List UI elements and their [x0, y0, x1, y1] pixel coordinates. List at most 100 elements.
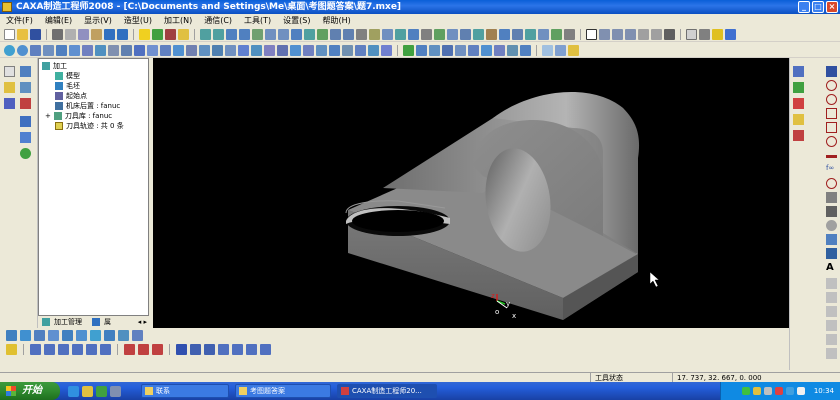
tray-1-icon[interactable]: [741, 387, 750, 395]
light-icon[interactable]: [139, 28, 150, 40]
path-1-icon[interactable]: [30, 344, 41, 355]
tree-item-toolpath[interactable]: 刀具轨迹 : 共 0 条: [55, 121, 124, 131]
minimize-button[interactable]: _: [798, 1, 810, 13]
sim-5-icon[interactable]: [232, 344, 243, 355]
surface-21-icon[interactable]: [460, 28, 471, 40]
tab-scroll-arrows[interactable]: ◂ ▸: [138, 318, 147, 326]
r-tool-2-icon[interactable]: [793, 82, 804, 93]
clock[interactable]: 10:34: [814, 387, 834, 395]
close-button[interactable]: ×: [826, 1, 838, 13]
tree-item-model[interactable]: 模型: [55, 71, 80, 81]
surface-tool-1-icon[interactable]: [20, 116, 31, 127]
filter-icon[interactable]: [165, 28, 176, 40]
r-tool-9-icon[interactable]: [826, 320, 837, 331]
surface-9-icon[interactable]: [304, 28, 315, 40]
surface-19-icon[interactable]: [434, 28, 445, 40]
surface-13-icon[interactable]: [356, 28, 367, 40]
r-tool-7-icon[interactable]: [826, 292, 837, 303]
surface-tool-2-icon[interactable]: [20, 132, 31, 143]
surface-28-icon[interactable]: [551, 28, 562, 40]
surface-29-icon[interactable]: [564, 28, 575, 40]
surface-27-icon[interactable]: [538, 28, 549, 40]
surface-8-icon[interactable]: [291, 28, 302, 40]
polygon-icon[interactable]: [826, 122, 837, 133]
menu-edit[interactable]: 编辑(E): [45, 15, 72, 26]
task-button-1[interactable]: 联系: [141, 384, 229, 398]
rectangle-icon[interactable]: [826, 108, 837, 119]
save-icon[interactable]: [30, 28, 41, 40]
mach-8-icon[interactable]: [104, 330, 115, 341]
feature-7-icon[interactable]: [82, 44, 93, 56]
feature-16-icon[interactable]: [199, 44, 210, 56]
sim-6-icon[interactable]: [246, 344, 257, 355]
feature-2-icon[interactable]: [17, 44, 28, 56]
feature-15-icon[interactable]: [186, 44, 197, 56]
tray-2-icon[interactable]: [752, 387, 761, 395]
path-3-icon[interactable]: [58, 344, 69, 355]
surface-15-icon[interactable]: [382, 28, 393, 40]
window-view-icon[interactable]: [586, 28, 597, 40]
wave-1-icon[interactable]: [124, 344, 135, 355]
feature-28-icon[interactable]: [355, 44, 366, 56]
menu-settings[interactable]: 设置(S): [283, 15, 310, 26]
shaded-icon[interactable]: [712, 28, 723, 40]
feature-24-icon[interactable]: [303, 44, 314, 56]
text-icon[interactable]: A: [826, 262, 837, 273]
copy-icon[interactable]: [78, 28, 89, 40]
ie-icon[interactable]: [68, 385, 79, 397]
surface-2-icon[interactable]: [213, 28, 224, 40]
media-icon[interactable]: [96, 385, 107, 397]
feature-9-icon[interactable]: [108, 44, 119, 56]
sim-2-icon[interactable]: [190, 344, 201, 355]
feature-30-icon[interactable]: [381, 44, 392, 56]
feature-22-icon[interactable]: [277, 44, 288, 56]
paste-icon[interactable]: [91, 28, 102, 40]
zoom-all-icon[interactable]: [638, 28, 649, 40]
new-file-icon[interactable]: [4, 28, 15, 40]
surface-5-icon[interactable]: [252, 28, 263, 40]
point-icon[interactable]: [20, 66, 31, 77]
open-file-icon[interactable]: [17, 28, 28, 40]
project-icon[interactable]: [826, 220, 837, 231]
feature-11-icon[interactable]: [134, 44, 145, 56]
render-icon[interactable]: [725, 28, 736, 40]
trim-icon[interactable]: [826, 192, 837, 203]
r-tool-6-icon[interactable]: [826, 278, 837, 289]
menu-help[interactable]: 帮助(H): [323, 15, 351, 26]
analysis-1-icon[interactable]: [542, 44, 553, 56]
r-tool-8-icon[interactable]: [826, 306, 837, 317]
undo-icon[interactable]: [104, 28, 115, 40]
surface-20-icon[interactable]: [447, 28, 458, 40]
surface-10-icon[interactable]: [317, 28, 328, 40]
pencil-icon[interactable]: [4, 82, 15, 93]
3d-viewport[interactable]: z y x o: [153, 58, 789, 328]
desktop-icon[interactable]: [110, 385, 121, 397]
line-tool-icon[interactable]: [20, 82, 31, 93]
feature-6-icon[interactable]: [69, 44, 80, 56]
feature-19-icon[interactable]: [238, 44, 249, 56]
path-5-icon[interactable]: [86, 344, 97, 355]
feature-8-icon[interactable]: [95, 44, 106, 56]
feature-13-icon[interactable]: [160, 44, 171, 56]
r-tool-11-icon[interactable]: [826, 348, 837, 359]
green-square-icon[interactable]: [403, 44, 414, 56]
tree-item-blank[interactable]: 毛坯: [55, 81, 80, 91]
feature-3-icon[interactable]: [30, 44, 41, 56]
mach-3-icon[interactable]: [34, 330, 45, 341]
surface-6-icon[interactable]: [265, 28, 276, 40]
feature-27-icon[interactable]: [342, 44, 353, 56]
edit-8-icon[interactable]: [507, 44, 518, 56]
feature-14-icon[interactable]: [173, 44, 184, 56]
path-6-icon[interactable]: [100, 344, 111, 355]
feature-26-icon[interactable]: [329, 44, 340, 56]
mach-6-icon[interactable]: [76, 330, 87, 341]
tree-root[interactable]: 加工: [42, 61, 67, 71]
menu-view[interactable]: 显示(V): [84, 15, 112, 26]
surface-3-icon[interactable]: [226, 28, 237, 40]
surface-23-icon[interactable]: [486, 28, 497, 40]
circle-icon[interactable]: [826, 94, 837, 105]
offset-icon[interactable]: [826, 178, 837, 189]
task-button-3[interactable]: CAXA制造工程师20...: [337, 384, 437, 398]
task-button-2[interactable]: 考图题答案: [235, 384, 331, 398]
feature-29-icon[interactable]: [368, 44, 379, 56]
